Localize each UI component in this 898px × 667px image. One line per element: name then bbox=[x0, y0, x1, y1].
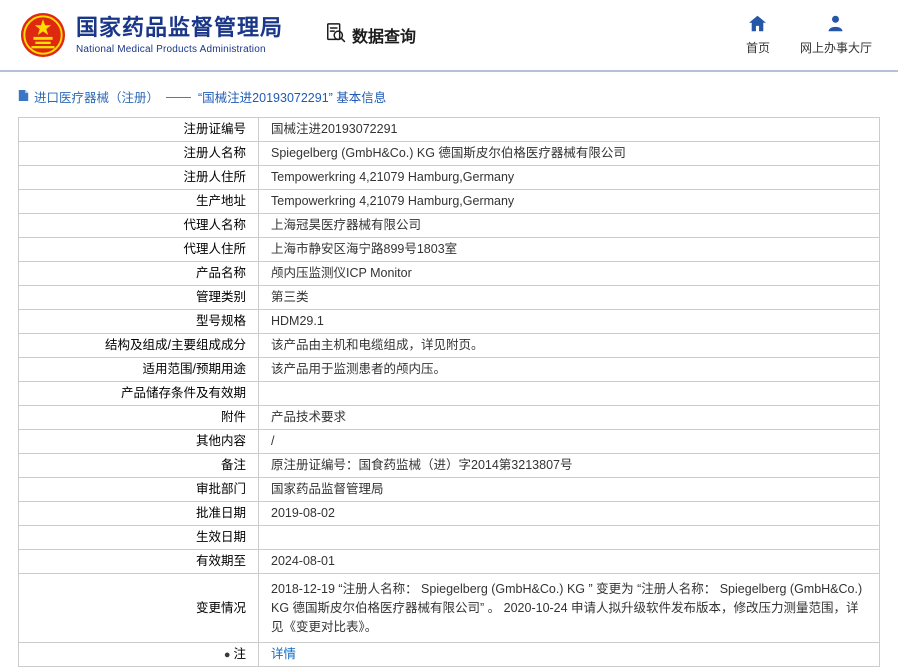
field-value: 原注册证编号：国食药监械（进）字2014第3213807号 bbox=[259, 454, 880, 478]
field-label: 注册人住所 bbox=[19, 166, 259, 190]
field-value: 上海市静安区海宁路899号1803室 bbox=[259, 238, 880, 262]
field-label: 结构及组成/主要组成成分 bbox=[19, 334, 259, 358]
table-row: 附件 产品技术要求 bbox=[19, 406, 880, 430]
field-label: 有效期至 bbox=[19, 550, 259, 574]
breadcrumb-current-title: “国械注进20193072291” 基本信息 bbox=[198, 87, 386, 106]
table-row: 生产地址 Tempowerkring 4,21079 Hamburg,Germa… bbox=[19, 190, 880, 214]
data-query-icon bbox=[325, 22, 347, 49]
nav-service-hall[interactable]: 网上办事大厅 bbox=[800, 15, 872, 56]
table-row: 生效日期 bbox=[19, 526, 880, 550]
field-label: ●注 bbox=[19, 643, 259, 667]
data-query-label: 数据查询 bbox=[352, 23, 416, 47]
field-value: 2019-08-02 bbox=[259, 502, 880, 526]
field-label: 生效日期 bbox=[19, 526, 259, 550]
field-value: 产品技术要求 bbox=[259, 406, 880, 430]
person-icon bbox=[826, 15, 845, 35]
table-row: 其他内容 / bbox=[19, 430, 880, 454]
table-row: 管理类别 第三类 bbox=[19, 286, 880, 310]
table-row: 结构及组成/主要组成成分 该产品由主机和电缆组成，详见附页。 bbox=[19, 334, 880, 358]
breadcrumb-separator: —— bbox=[166, 90, 191, 104]
field-label: 适用范围/预期用途 bbox=[19, 358, 259, 382]
table-row: 注册人住所 Tempowerkring 4,21079 Hamburg,Germ… bbox=[19, 166, 880, 190]
field-label: 注册人名称 bbox=[19, 142, 259, 166]
table-row: 批准日期 2019-08-02 bbox=[19, 502, 880, 526]
field-value bbox=[259, 382, 880, 406]
field-value: 颅内压监测仪ICP Monitor bbox=[259, 262, 880, 286]
field-value: 该产品用于监测患者的颅内压。 bbox=[259, 358, 880, 382]
field-label: 变更情况 bbox=[19, 574, 259, 643]
field-value: 详情 bbox=[259, 643, 880, 667]
table-row: 型号规格 HDM29.1 bbox=[19, 310, 880, 334]
registration-info-table: 注册证编号 国械注进20193072291 注册人名称 Spiegelberg … bbox=[18, 117, 880, 667]
note-bullet-icon: ● bbox=[224, 647, 231, 664]
org-subtitle: National Medical Products Administration bbox=[76, 44, 283, 55]
field-label: 代理人名称 bbox=[19, 214, 259, 238]
field-value: 上海冠昊医疗器械有限公司 bbox=[259, 214, 880, 238]
detail-link[interactable]: 详情 bbox=[271, 647, 296, 661]
field-label: 批准日期 bbox=[19, 502, 259, 526]
table-row: 产品储存条件及有效期 bbox=[19, 382, 880, 406]
table-row: 代理人名称 上海冠昊医疗器械有限公司 bbox=[19, 214, 880, 238]
note-label: 注 bbox=[233, 647, 246, 661]
document-icon bbox=[18, 89, 29, 105]
field-label: 型号规格 bbox=[19, 310, 259, 334]
field-value: 2024-08-01 bbox=[259, 550, 880, 574]
header-nav: 首页 网上办事大厅 bbox=[746, 15, 876, 56]
field-label: 产品储存条件及有效期 bbox=[19, 382, 259, 406]
field-label: 备注 bbox=[19, 454, 259, 478]
table-row-change-history: 变更情况 2018-12-19 “注册人名称： Spiegelberg (Gmb… bbox=[19, 574, 880, 643]
table-row: 有效期至 2024-08-01 bbox=[19, 550, 880, 574]
home-icon bbox=[748, 15, 767, 35]
field-label: 管理类别 bbox=[19, 286, 259, 310]
data-query-nav[interactable]: 数据查询 bbox=[325, 22, 416, 49]
field-label: 生产地址 bbox=[19, 190, 259, 214]
table-row-note: ●注 详情 bbox=[19, 643, 880, 667]
field-value: 第三类 bbox=[259, 286, 880, 310]
table-row: 注册人名称 Spiegelberg (GmbH&Co.) KG 德国斯皮尔伯格医… bbox=[19, 142, 880, 166]
national-emblem-logo bbox=[20, 12, 66, 58]
field-value: / bbox=[259, 430, 880, 454]
field-value: 2018-12-19 “注册人名称： Spiegelberg (GmbH&Co.… bbox=[259, 574, 880, 643]
field-value: 国械注进20193072291 bbox=[259, 118, 880, 142]
field-label: 附件 bbox=[19, 406, 259, 430]
field-label: 其他内容 bbox=[19, 430, 259, 454]
org-name: 国家药品监督管理局 bbox=[76, 15, 283, 40]
table-row: 代理人住所 上海市静安区海宁路899号1803室 bbox=[19, 238, 880, 262]
site-header: 国家药品监督管理局 National Medical Products Admi… bbox=[0, 0, 898, 70]
field-label: 代理人住所 bbox=[19, 238, 259, 262]
table-row: 适用范围/预期用途 该产品用于监测患者的颅内压。 bbox=[19, 358, 880, 382]
breadcrumb-category[interactable]: 进口医疗器械（注册） bbox=[34, 87, 159, 106]
field-label: 产品名称 bbox=[19, 262, 259, 286]
table-row: 注册证编号 国械注进20193072291 bbox=[19, 118, 880, 142]
nav-home[interactable]: 首页 bbox=[746, 15, 770, 56]
table-row: 备注 原注册证编号：国食药监械（进）字2014第3213807号 bbox=[19, 454, 880, 478]
field-value: Tempowerkring 4,21079 Hamburg,Germany bbox=[259, 190, 880, 214]
field-value: HDM29.1 bbox=[259, 310, 880, 334]
table-row: 审批部门 国家药品监督管理局 bbox=[19, 478, 880, 502]
field-value: Spiegelberg (GmbH&Co.) KG 德国斯皮尔伯格医疗器械有限公… bbox=[259, 142, 880, 166]
field-value: 该产品由主机和电缆组成，详见附页。 bbox=[259, 334, 880, 358]
field-label: 审批部门 bbox=[19, 478, 259, 502]
table-row: 产品名称 颅内压监测仪ICP Monitor bbox=[19, 262, 880, 286]
nav-home-label: 首页 bbox=[746, 39, 770, 56]
breadcrumb: 进口医疗器械（注册） —— “国械注进20193072291” 基本信息 bbox=[0, 72, 898, 117]
field-value: 国家药品监督管理局 bbox=[259, 478, 880, 502]
field-value: Tempowerkring 4,21079 Hamburg,Germany bbox=[259, 166, 880, 190]
nav-service-hall-label: 网上办事大厅 bbox=[800, 39, 872, 56]
org-title-block: 国家药品监督管理局 National Medical Products Admi… bbox=[76, 15, 283, 54]
field-label: 注册证编号 bbox=[19, 118, 259, 142]
field-value bbox=[259, 526, 880, 550]
